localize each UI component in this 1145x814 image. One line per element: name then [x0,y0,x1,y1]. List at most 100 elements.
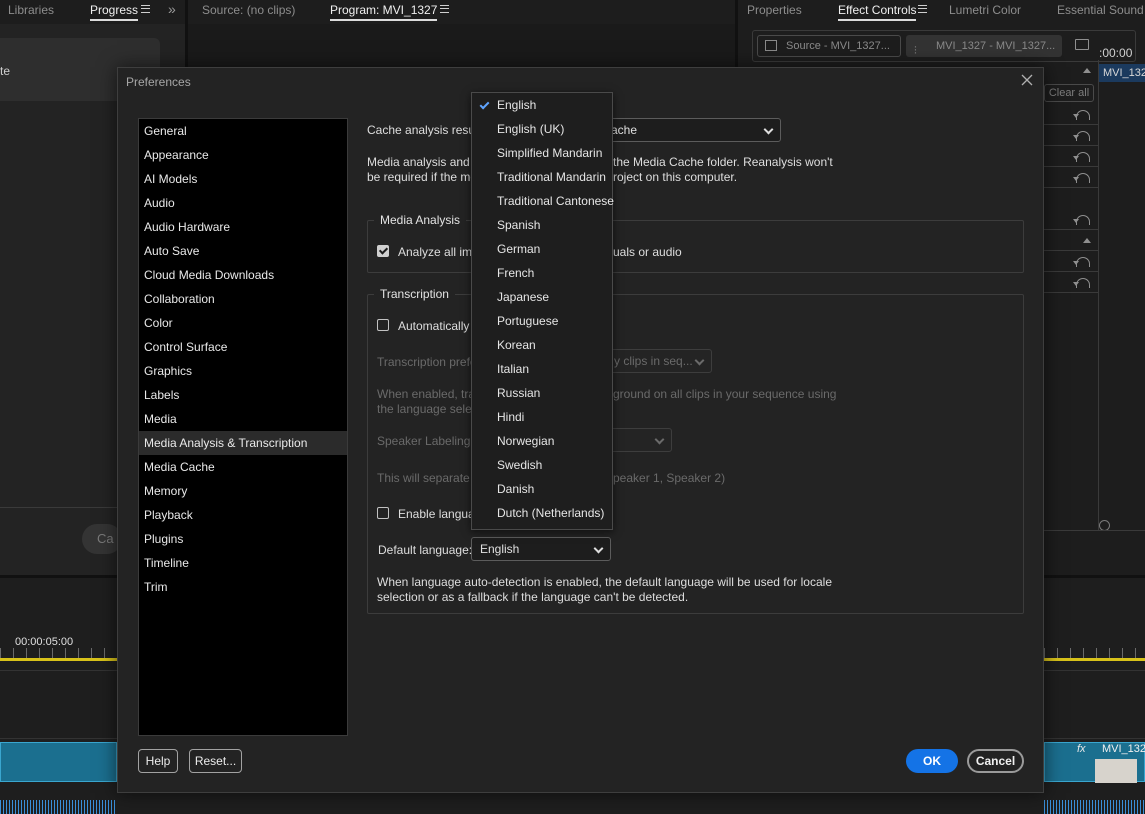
language-option[interactable]: Dutch (Netherlands) [472,501,612,525]
category-item[interactable]: Collaboration [139,287,347,311]
language-option[interactable]: Japanese [472,285,612,309]
category-item[interactable]: Plugins [139,527,347,551]
transcription-info: ground on all clips in your sequence usi… [613,387,837,401]
tab-libraries[interactable]: Libraries [8,3,54,17]
language-option[interactable]: Russian [472,381,612,405]
cache-analysis-select[interactable]: ache [598,118,781,142]
tab-effect-controls[interactable]: Effect Controls [838,3,917,21]
overflow-chevrons-icon[interactable]: » [168,1,176,17]
reset-parameter-icon[interactable] [1073,215,1090,225]
category-item[interactable]: Media [139,407,347,431]
language-option-label: Korean [497,338,536,352]
category-item[interactable]: Audio [139,191,347,215]
transcription-pref-select[interactable]: y clips in seq... [598,349,712,373]
reset-parameter-icon[interactable] [1073,173,1090,183]
auto-transcribe-label: Automatically t [398,319,477,333]
language-option[interactable]: Norwegian [472,429,612,453]
language-option[interactable]: Danish [472,477,612,501]
video-clip[interactable] [0,742,117,782]
language-option[interactable]: German [472,237,612,261]
category-item[interactable]: AI Models [139,167,347,191]
language-option[interactable]: English [472,93,612,117]
program-menu-icon[interactable] [440,5,449,13]
reset-parameter-icon[interactable] [1073,257,1090,267]
reset-parameter-icon[interactable] [1073,278,1090,288]
panel-layout-icon[interactable] [1075,39,1089,50]
reset-parameter-icon[interactable] [1073,110,1090,120]
cancel-button[interactable]: Cancel [967,749,1024,773]
language-option-label: Traditional Mandarin [497,170,606,184]
row-divider [1044,271,1099,272]
reset-parameter-icon[interactable] [1073,152,1090,162]
language-option-label: Russian [497,386,541,400]
category-item[interactable]: Playback [139,503,347,527]
cache-analysis-label: Cache analysis results [367,123,488,137]
expand-arrow-icon[interactable] [1083,238,1091,243]
language-option[interactable]: French [472,261,612,285]
default-language-note: When language auto-detection is enabled,… [377,575,832,589]
media-analysis-title: Media Analysis [374,213,467,227]
category-item[interactable]: Media Analysis & Transcription [139,431,347,455]
language-option-label: Japanese [497,290,550,304]
dialog-title: Preferences [126,75,191,89]
category-item[interactable]: Media Cache [139,455,347,479]
speaker-note: This will separate th [377,471,484,485]
effect-controls-menu-icon[interactable] [918,5,927,13]
panel-menu-icon[interactable] [141,5,150,13]
default-language-note: selection or as a fallback if the langua… [377,590,689,604]
row-divider [1044,229,1099,230]
time-ruler-ticks [1044,648,1145,658]
language-option[interactable]: Korean [472,333,612,357]
language-option[interactable]: Traditional Mandarin [472,165,612,189]
category-item[interactable]: General [139,119,347,143]
source-clip-tab[interactable]: Source - MVI_1327... [757,35,901,57]
category-item[interactable]: Color [139,311,347,335]
language-option[interactable]: Italian [472,357,612,381]
video-clip[interactable]: fx MVI_1327 [1044,742,1145,783]
ok-button[interactable]: OK [906,749,958,773]
enable-language-detection-checkbox[interactable] [377,507,389,519]
category-item[interactable]: Audio Hardware [139,215,347,239]
row-divider [1044,124,1099,125]
collapse-arrow-icon[interactable] [1083,68,1091,73]
language-option-label: Portuguese [497,314,559,328]
default-language-select[interactable]: English [471,537,611,561]
ec-divider [1098,60,1099,530]
tab-source-monitor[interactable]: Source: (no clips) [202,3,295,17]
speaker-note: peaker 1, Speaker 2) [613,471,726,485]
language-option[interactable]: Swedish [472,453,612,477]
timeline-timecode: 00:00:05:00 [15,636,74,648]
tab-essential-sound[interactable]: Essential Sound [1057,3,1144,17]
category-item[interactable]: Memory [139,479,347,503]
tab-progress[interactable]: Progress [90,3,139,21]
row-divider [1044,187,1099,188]
sequence-clip-tab[interactable]: ⫶ MVI_1327 - MVI_1327... [906,35,1062,57]
category-item[interactable]: Trim [139,575,347,599]
auto-transcribe-checkbox[interactable] [377,319,389,331]
clear-all-button[interactable]: Clear all [1044,84,1094,102]
category-item[interactable]: Auto Save [139,239,347,263]
category-item[interactable]: Control Surface [139,335,347,359]
progress-action-button[interactable]: Ca [82,524,122,554]
category-item[interactable]: Graphics [139,359,347,383]
language-option[interactable]: Spanish [472,213,612,237]
language-option[interactable]: Simplified Mandarin [472,141,612,165]
category-item[interactable]: Timeline [139,551,347,575]
language-option[interactable]: Portuguese [472,309,612,333]
analyze-checkbox[interactable] [377,245,389,257]
language-option-label: German [497,242,541,256]
tab-properties[interactable]: Properties [747,3,802,17]
category-item[interactable]: Labels [139,383,347,407]
category-item[interactable]: Appearance [139,143,347,167]
reset-parameter-icon[interactable] [1073,131,1090,141]
clip-icon [765,40,777,51]
tab-lumetri-color[interactable]: Lumetri Color [949,3,1021,17]
tab-program-monitor[interactable]: Program: MVI_1327 [330,3,438,21]
language-option[interactable]: Hindi [472,405,612,429]
reset-button[interactable]: Reset... [189,749,242,773]
language-option[interactable]: English (UK) [472,117,612,141]
help-button[interactable]: Help [138,749,178,773]
close-icon[interactable] [1019,72,1035,88]
category-item[interactable]: Cloud Media Downloads [139,263,347,287]
language-option[interactable]: Traditional Cantonese [472,189,614,213]
